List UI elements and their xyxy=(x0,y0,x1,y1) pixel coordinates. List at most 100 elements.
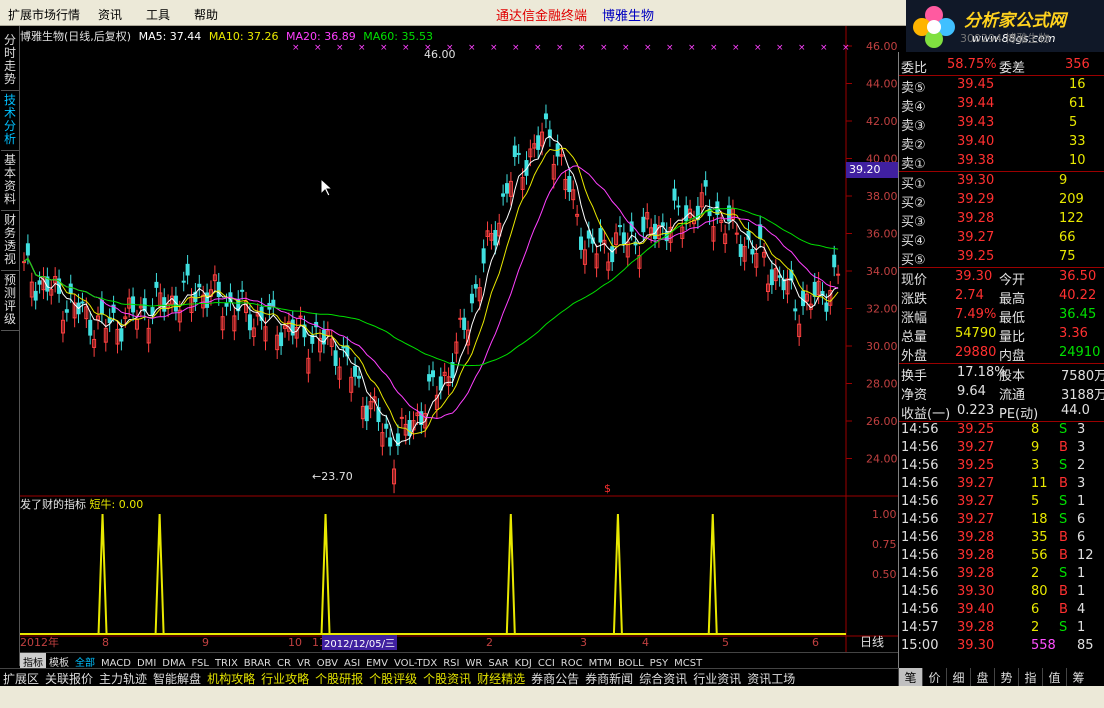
candle-body xyxy=(579,236,584,250)
tick-side: S xyxy=(1059,620,1068,635)
right-tab[interactable]: 势 xyxy=(994,668,1018,686)
event-marker: × xyxy=(710,43,718,53)
sidetab-intraday[interactable]: 分时走势 xyxy=(1,30,19,91)
event-marker: × xyxy=(578,43,586,53)
tick-side: B xyxy=(1059,440,1068,455)
tick-row: 15:00 39.30 558 85 xyxy=(899,637,1104,655)
stat-value: 29880 xyxy=(955,345,997,360)
candle-body xyxy=(99,300,104,315)
sell-row: 卖⑤ 39.45 16 xyxy=(899,76,1104,96)
cursor-date-box: 2012/12/05/三 xyxy=(322,635,398,650)
right-tab[interactable]: 盘 xyxy=(970,668,994,686)
candle-body xyxy=(750,249,755,255)
tick-price: 39.27 xyxy=(957,512,995,527)
menu-news[interactable]: 资讯 xyxy=(98,6,122,23)
high-label: 46.00 xyxy=(424,48,456,61)
buy-row: 买① 39.30 9 xyxy=(899,172,1104,192)
candle-body xyxy=(567,176,572,193)
y-tick-label: 34.00 xyxy=(866,265,898,278)
candle-body xyxy=(25,243,30,256)
stock-code-overlay: 300294 博雅生物 xyxy=(960,32,1050,45)
tick-row: 14:56 39.30 80 B 1 xyxy=(899,583,1104,601)
candle-body xyxy=(462,317,467,330)
stat-label: 涨跌 xyxy=(901,292,928,307)
tick-side: S xyxy=(1059,422,1068,437)
menu-tools[interactable]: 工具 xyxy=(146,6,170,23)
event-marker: × xyxy=(314,43,322,53)
event-marker: × xyxy=(842,43,850,53)
period-label: 日线 xyxy=(860,635,884,649)
ma20-label: MA20: 36.89 xyxy=(286,30,356,43)
candle-body xyxy=(812,281,817,297)
status-bar xyxy=(0,686,1104,708)
kline-chart[interactable]: 46.0044.0042.0040.0038.0036.0034.0032.00… xyxy=(20,26,898,652)
right-tab[interactable]: 值 xyxy=(1042,668,1066,686)
candle-body xyxy=(473,284,478,289)
stat-value: 9.64 xyxy=(957,384,986,399)
menu-extended-market[interactable]: 扩展市场行情 xyxy=(8,6,80,23)
indicator-value: 短牛: 0.00 xyxy=(89,498,144,511)
ma60-label: MA60: 35.53 xyxy=(363,30,433,43)
stat-row: 涨跌 2.74 最高 40.22 xyxy=(899,287,1104,307)
order-level: 卖② xyxy=(901,138,926,153)
right-tab[interactable]: 价 xyxy=(922,668,946,686)
tick-side: S xyxy=(1059,512,1068,527)
order-price: 39.44 xyxy=(957,96,995,111)
candle-body xyxy=(154,281,159,288)
tick-time: 15:00 xyxy=(901,638,939,653)
tick-volume: 6 xyxy=(1031,602,1040,617)
stat-value: 7.49% xyxy=(955,307,997,322)
candle-body xyxy=(832,254,837,268)
right-tab[interactable]: 指 xyxy=(1018,668,1042,686)
sidetab-basic-info[interactable]: 基本资料 xyxy=(1,150,19,211)
tick-row: 14:56 39.28 2 S 1 xyxy=(899,565,1104,583)
stat-row: 换手 17.18% 股本 7580万 xyxy=(899,364,1104,384)
candle-body xyxy=(505,183,510,194)
tick-price: 39.28 xyxy=(957,566,995,581)
tick-price: 39.28 xyxy=(957,548,995,563)
chart-header: 博雅生物(日线,后复权) MA5: 37.44 MA10: 37.26 MA20… xyxy=(20,28,437,44)
x-axis-label: 3 xyxy=(580,636,587,649)
menu-help[interactable]: 帮助 xyxy=(194,6,218,23)
order-price: 39.40 xyxy=(957,134,995,149)
tick-price: 39.28 xyxy=(957,620,995,635)
y-tick-label: 46.00 xyxy=(866,40,898,53)
tick-volume: 11 xyxy=(1031,476,1048,491)
candle-body xyxy=(660,222,665,227)
sell-row: 卖④ 39.44 61 xyxy=(899,95,1104,115)
indicator-tick-label: 0.50 xyxy=(872,568,897,581)
buy-row: 买⑤ 39.25 75 xyxy=(899,248,1104,268)
tick-volume: 56 xyxy=(1031,548,1048,563)
order-level: 买⑤ xyxy=(901,253,926,268)
order-volume: 5 xyxy=(1069,115,1078,130)
y-tick-label: 32.00 xyxy=(866,303,898,316)
sell-row: 卖① 39.38 10 xyxy=(899,152,1104,172)
event-marker: × xyxy=(622,43,630,53)
sidetab-technical[interactable]: 技术分析 xyxy=(1,90,19,151)
tick-volume: 5 xyxy=(1031,494,1040,509)
indicator-tick-label: 1.00 xyxy=(872,508,897,521)
candle-body xyxy=(197,283,202,288)
candle-body xyxy=(37,280,42,285)
tick-volume: 3 xyxy=(1031,458,1040,473)
event-marker: × xyxy=(336,43,344,53)
candle-body xyxy=(684,205,689,222)
sidetab-finance[interactable]: 财务透视 xyxy=(1,210,19,271)
x-axis-label: 5 xyxy=(722,636,729,649)
event-marker: × xyxy=(644,43,652,53)
wb-diff: 356 xyxy=(1065,57,1090,72)
right-tab[interactable]: 细 xyxy=(946,668,970,686)
stat-label: 最低 xyxy=(999,311,1026,326)
indicator-tab-bar: 指标 模板 全部 MACD DMI DMA FSL TRIX BRAR CR VR OBV ASI EMV… xyxy=(20,652,904,670)
event-marker: × xyxy=(600,43,608,53)
chart-title: 博雅生物(日线,后复权) xyxy=(20,30,132,43)
right-tab[interactable]: 筹 xyxy=(1066,668,1090,686)
right-tab[interactable]: 笔 xyxy=(898,668,922,686)
order-price: 39.43 xyxy=(957,115,995,130)
order-level: 卖① xyxy=(901,157,926,172)
sidetab-forecast[interactable]: 预测评级 xyxy=(1,270,19,331)
tick-row: 14:56 39.28 56 B 12 xyxy=(899,547,1104,565)
candle-body xyxy=(801,290,806,307)
stat-label: 收益(一) xyxy=(901,407,951,422)
tick-time: 14:56 xyxy=(901,422,939,437)
